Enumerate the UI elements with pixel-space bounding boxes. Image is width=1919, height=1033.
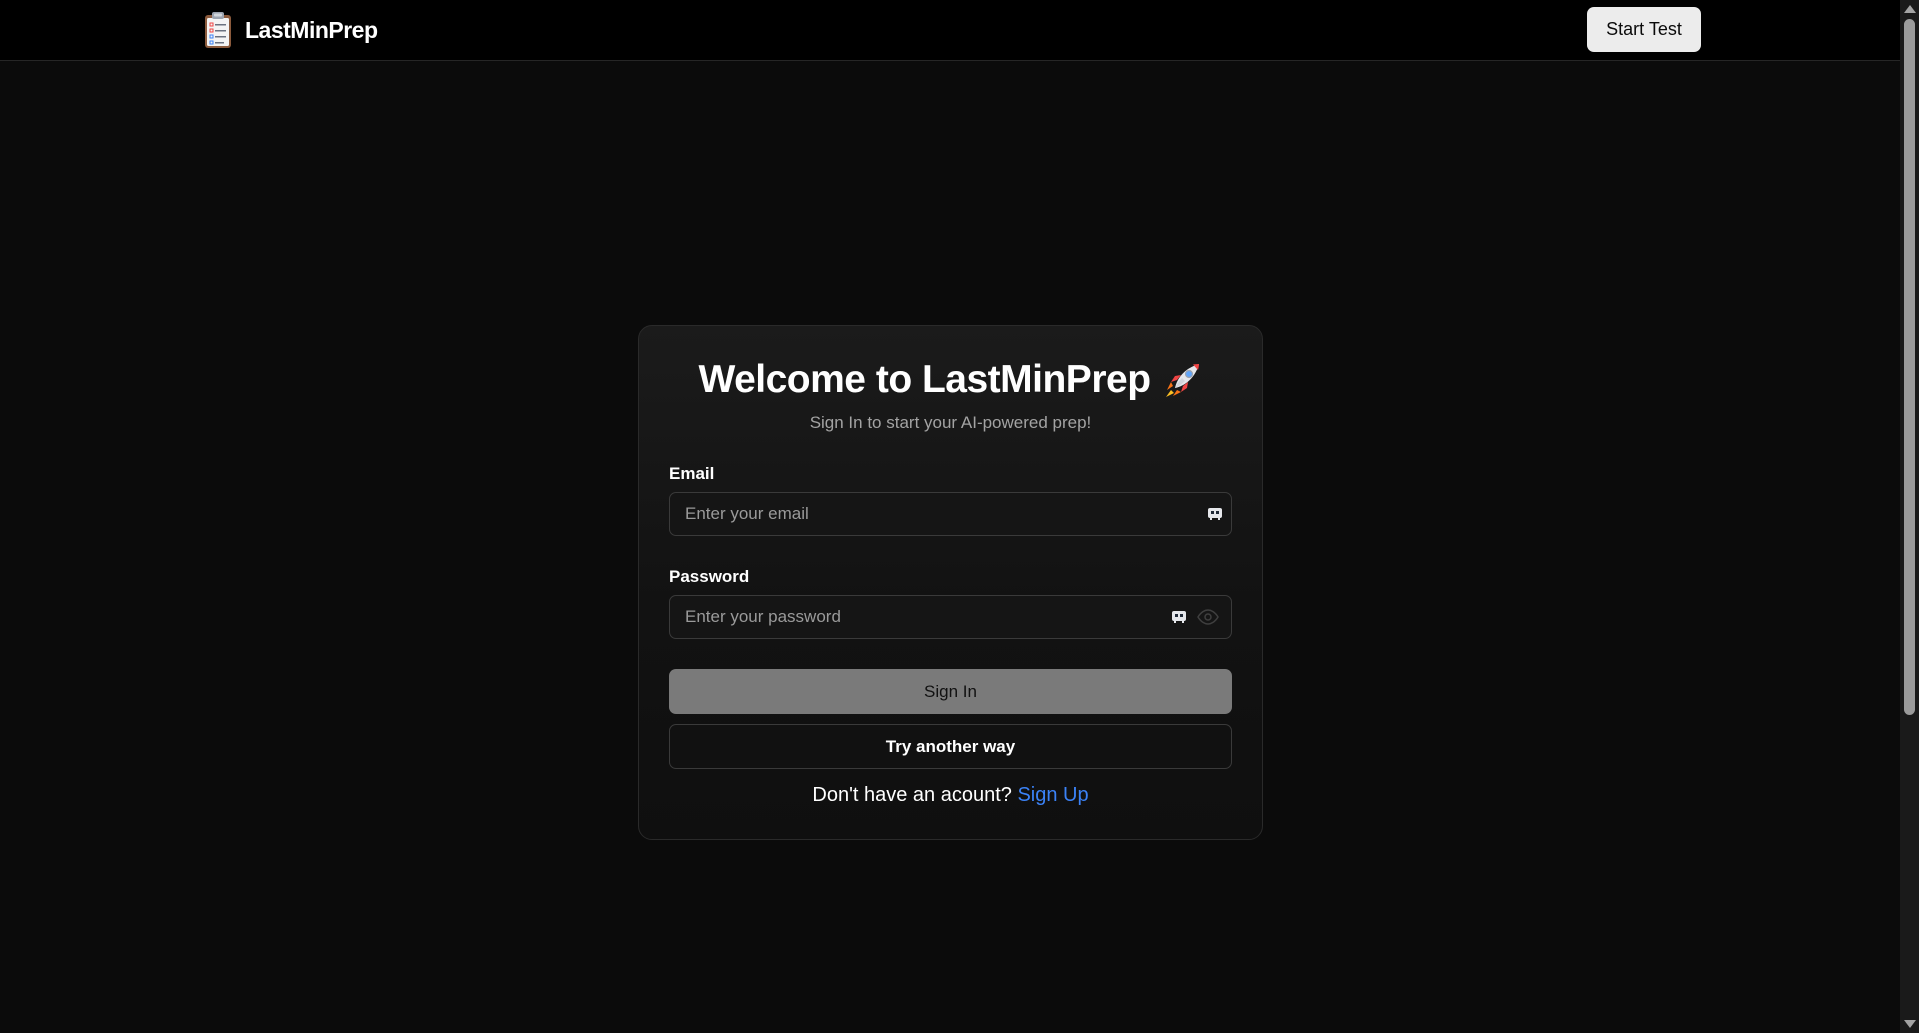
email-label: Email [669,464,715,483]
login-title: Welcome to LastMinPrep [639,358,1262,402]
clipboard-icon [205,12,231,48]
password-label: Password [669,567,750,586]
autofill-icon[interactable] [1207,507,1223,521]
sign-in-button[interactable]: Sign In [669,669,1232,714]
password-field-wrapper [669,595,1232,639]
page: LastMinPrep Start Test Welcome to LastMi… [0,0,1919,1033]
try-another-way-button[interactable]: Try another way [669,724,1232,769]
sign-up-link[interactable]: Sign Up [1017,784,1088,806]
email-field-wrapper [669,492,1232,536]
vertical-scrollbar[interactable] [1900,0,1919,1033]
no-account-text: Don't have an acount? [812,784,1012,806]
start-test-button[interactable]: Start Test [1587,7,1701,52]
scroll-up-arrow-icon[interactable] [1904,5,1916,13]
show-password-eye-icon[interactable] [1197,609,1219,625]
signup-prompt: Don't have an acount? Sign Up [639,784,1262,807]
brand-name: LastMinPrep [245,16,378,43]
top-navbar: LastMinPrep Start Test [0,0,1900,61]
login-title-text: Welcome to LastMinPrep [698,358,1151,401]
login-subtitle: Sign In to start your AI-powered prep! [809,413,1092,432]
scrollbar-thumb[interactable] [1904,19,1915,715]
scroll-down-arrow-icon[interactable] [1904,1020,1916,1028]
rocket-icon [1165,364,1199,397]
autofill-icon[interactable] [1171,610,1187,624]
password-field[interactable] [670,595,1171,639]
login-card: Welcome to LastMinPrep Sign In to start … [638,325,1263,840]
email-field[interactable] [670,492,1207,536]
brand-logo-link[interactable]: LastMinPrep [203,10,378,50]
